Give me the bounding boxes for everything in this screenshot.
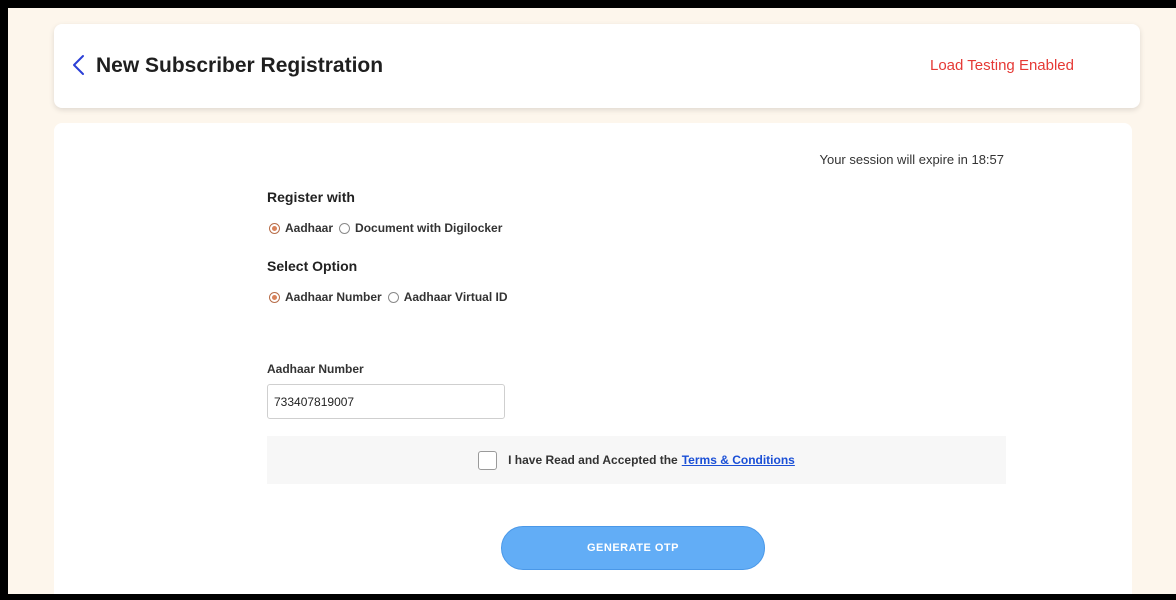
app-frame: New Subscriber Registration Load Testing… [8,8,1176,594]
generate-otp-button[interactable]: GENERATE OTP [501,526,765,570]
load-testing-status: Load Testing Enabled [929,57,1074,74]
register-with-label: Register with [267,189,355,205]
registration-form: Your session will expire in 18:57 Regist… [54,123,1132,594]
page-title: New Subscriber Registration [96,54,384,77]
terms-checkbox[interactable] [478,450,498,470]
select-option-label: Select Option [267,258,358,274]
radio-digilocker-label: Document with Digilocker [355,221,503,235]
radio-aadhaar-label: Aadhaar [285,221,334,235]
radio-aadhaar-virtual-id-label: Aadhaar Virtual ID [403,290,508,304]
register-with-options: Aadhaar Document with Digilocker [269,221,508,235]
terms-panel: I have Read and Accepted the Terms & Con… [267,436,1006,484]
radio-aadhaar-virtual-id[interactable] [387,291,399,303]
radio-aadhaar-number[interactable] [269,291,280,303]
terms-text: I have Read and Accepted the [508,453,678,467]
radio-digilocker[interactable] [339,222,351,234]
aadhaar-number-label: Aadhaar Number [267,362,364,376]
header-bar: New Subscriber Registration Load Testing… [54,24,1140,108]
radio-aadhaar[interactable] [269,222,280,234]
aadhaar-number-input[interactable] [267,384,505,419]
session-timer: Your session will expire in 18:57 [819,152,1004,167]
chevron-left-icon[interactable] [70,54,88,76]
radio-aadhaar-number-label: Aadhaar Number [285,290,382,304]
select-option-options: Aadhaar Number Aadhaar Virtual ID [269,290,514,304]
terms-link[interactable]: Terms & Conditions [682,453,795,467]
